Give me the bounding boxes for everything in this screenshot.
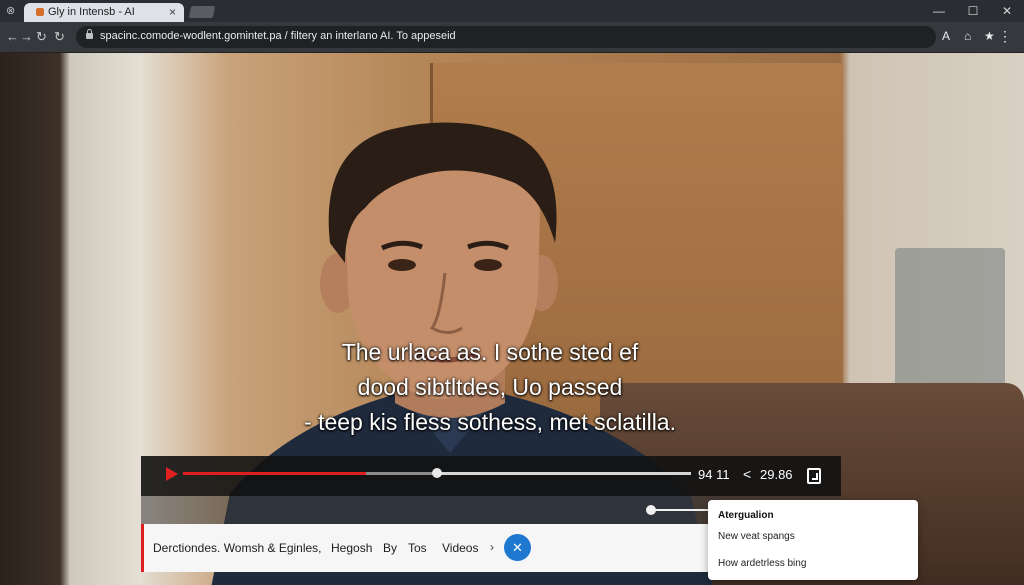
subtitle-size-handle[interactable] [646, 505, 656, 515]
subtitle-settings-popup: Atergualion New veat spangs How ardetrle… [708, 500, 918, 580]
tab-close-icon[interactable]: × [169, 5, 176, 19]
refresh-icon[interactable]: ↻ [54, 28, 65, 46]
close-button[interactable]: ✕ [504, 534, 531, 561]
video-controls: 94 11 < 29.86 [141, 456, 841, 496]
popup-menu-item[interactable]: How ardetrless bing [718, 558, 806, 569]
browser-tab-bar: ⊗ Gly in Intensb - AI × — ☐ ✕ [0, 0, 1024, 22]
bookmark-star-icon[interactable]: ★ [984, 29, 995, 43]
lock-icon [86, 29, 93, 39]
subtitle-option-item[interactable]: Derctiondes. Womsh & Eginles, [153, 541, 322, 555]
subtitle-line: - teep kis fless sothess, met sclatilla. [304, 409, 676, 435]
window-controls: — ☐ ✕ [922, 0, 1024, 22]
browser-tab[interactable]: Gly in Intensb - AI × [24, 3, 184, 22]
popup-title: Atergualion [718, 510, 774, 521]
url-text[interactable]: spacinc.comode-wodlent.gomintet.pa / fil… [100, 30, 456, 42]
time-total: 29.86 [760, 467, 793, 482]
subtitle-option-item[interactable]: Hegosh [331, 541, 372, 555]
back-icon[interactable]: ← [6, 28, 19, 46]
reader-mode-icon[interactable]: A [942, 29, 950, 43]
progress-fill [183, 472, 366, 475]
reload-icon[interactable]: ↻ [36, 28, 47, 46]
tab-title: Gly in Intensb - AI [48, 6, 135, 18]
play-icon[interactable] [166, 467, 178, 481]
fullscreen-icon[interactable] [807, 468, 821, 484]
seek-bar[interactable] [183, 468, 691, 478]
window-menu-icon[interactable]: ⊗ [6, 3, 15, 19]
browser-menu-icon[interactable]: ⋮ [998, 28, 1012, 44]
forward-icon[interactable]: → [20, 28, 33, 46]
share-icon[interactable]: < [743, 466, 751, 482]
new-tab-button[interactable] [188, 6, 216, 18]
maximize-icon[interactable]: ☐ [956, 0, 990, 22]
tab-favicon-icon [36, 8, 44, 16]
subtitle-line: The urlaca as. I sothe sted ef [341, 339, 639, 365]
buffered-bar [365, 472, 437, 475]
chevron-right-icon[interactable]: › [490, 540, 494, 554]
seek-handle[interactable] [432, 468, 442, 478]
minimize-icon[interactable]: — [922, 0, 956, 22]
close-window-icon[interactable]: ✕ [990, 0, 1024, 22]
video-subtitles: The urlaca as. I sothe sted ef dood sibt… [190, 335, 790, 440]
subtitle-option-item[interactable]: By [383, 541, 397, 555]
browser-toolbar: ← → ↻ ↻ spacinc.comode-wodlent.gomintet.… [0, 22, 1024, 53]
background-wall-panel [895, 248, 1005, 398]
subtitle-option-item[interactable]: Videos [442, 541, 478, 555]
popup-menu-item[interactable]: New veat spangs [718, 531, 795, 542]
subtitle-option-item[interactable]: Tos [408, 541, 427, 555]
address-bar[interactable]: spacinc.comode-wodlent.gomintet.pa / fil… [76, 26, 995, 48]
home-icon[interactable]: ⌂ [964, 29, 971, 43]
time-elapsed: 94 11 [698, 467, 730, 482]
subtitle-line: dood sibtltdes, Uo passed [357, 374, 623, 400]
